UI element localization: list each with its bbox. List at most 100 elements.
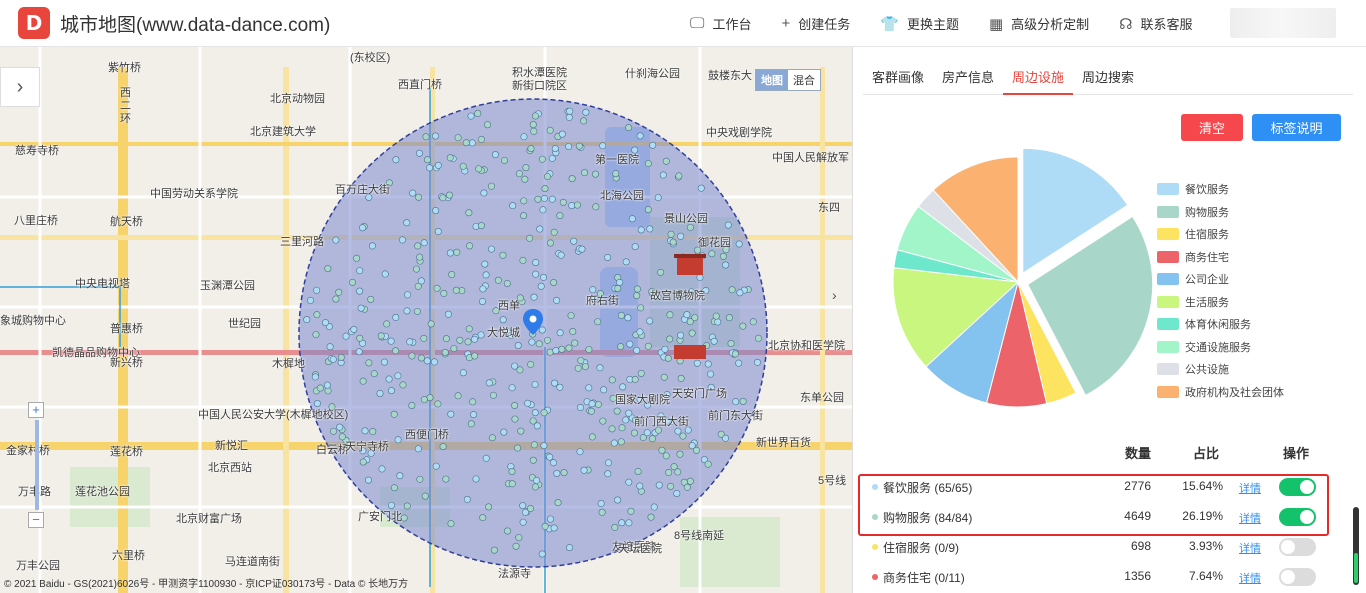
poi-marker[interactable] (367, 295, 375, 303)
poi-marker[interactable] (445, 191, 453, 199)
poi-marker[interactable] (482, 454, 490, 462)
poi-marker[interactable] (594, 318, 602, 326)
poi-marker[interactable] (359, 224, 367, 232)
poi-marker[interactable] (442, 335, 450, 343)
poi-marker[interactable] (520, 133, 528, 141)
poi-marker[interactable] (531, 380, 539, 388)
poi-marker[interactable] (553, 296, 561, 304)
legend-item[interactable]: 商务住宅 (1157, 246, 1284, 269)
legend-item[interactable]: 政府机构及社会团体 (1157, 381, 1284, 404)
poi-marker[interactable] (312, 331, 320, 339)
poi-marker[interactable] (608, 425, 616, 433)
poi-marker[interactable] (636, 482, 644, 490)
poi-marker[interactable] (403, 307, 411, 315)
poi-marker[interactable] (659, 171, 667, 179)
poi-marker[interactable] (534, 195, 542, 203)
poi-marker[interactable] (655, 481, 663, 489)
poi-marker[interactable] (526, 234, 534, 242)
poi-marker[interactable] (649, 141, 657, 149)
poi-marker[interactable] (447, 520, 455, 528)
poi-marker[interactable] (515, 170, 523, 178)
poi-marker[interactable] (427, 320, 435, 328)
poi-marker[interactable] (633, 292, 641, 300)
poi-marker[interactable] (474, 109, 482, 117)
user-avatar[interactable] (1230, 8, 1336, 38)
poi-marker[interactable] (613, 407, 621, 415)
poi-marker[interactable] (605, 459, 613, 467)
poi-marker[interactable] (316, 384, 324, 392)
legend-item[interactable]: 公司企业 (1157, 268, 1284, 291)
visibility-toggle[interactable] (1279, 538, 1316, 556)
poi-marker[interactable] (636, 132, 644, 140)
poi-marker[interactable] (531, 483, 539, 491)
poi-marker[interactable] (599, 417, 607, 425)
poi-marker[interactable] (575, 142, 583, 150)
poi-marker[interactable] (608, 376, 616, 384)
poi-marker[interactable] (580, 117, 588, 125)
poi-marker[interactable] (585, 384, 593, 392)
poi-marker[interactable] (361, 427, 369, 435)
poi-marker[interactable] (342, 332, 350, 340)
poi-marker[interactable] (422, 133, 430, 141)
poi-marker[interactable] (527, 145, 535, 153)
poi-marker[interactable] (415, 193, 423, 201)
poi-marker[interactable] (307, 296, 315, 304)
poi-marker[interactable] (432, 132, 440, 140)
poi-marker[interactable] (364, 476, 372, 484)
poi-marker[interactable] (480, 189, 488, 197)
poi-marker[interactable] (540, 409, 548, 417)
poi-marker[interactable] (558, 345, 566, 353)
poi-marker[interactable] (566, 107, 574, 115)
poi-marker[interactable] (434, 228, 442, 236)
poi-marker[interactable] (311, 373, 319, 381)
poi-marker[interactable] (529, 456, 537, 464)
poi-marker[interactable] (526, 505, 534, 513)
poi-marker[interactable] (673, 489, 681, 497)
poi-marker[interactable] (688, 329, 696, 337)
poi-marker[interactable] (633, 346, 641, 354)
poi-marker[interactable] (693, 359, 701, 367)
poi-marker[interactable] (553, 469, 561, 477)
poi-marker[interactable] (387, 387, 395, 395)
poi-marker[interactable] (508, 480, 516, 488)
poi-marker[interactable] (614, 284, 622, 292)
poi-marker[interactable] (369, 428, 377, 436)
poi-marker[interactable] (385, 375, 393, 383)
poi-marker[interactable] (380, 358, 388, 366)
app-logo[interactable]: D (18, 7, 50, 39)
poi-marker[interactable] (633, 285, 641, 293)
poi-marker[interactable] (332, 295, 340, 303)
poi-marker[interactable] (464, 338, 472, 346)
poi-marker[interactable] (625, 409, 633, 417)
poi-marker[interactable] (390, 484, 398, 492)
poi-marker[interactable] (540, 442, 548, 450)
poi-marker[interactable] (530, 441, 538, 449)
poi-marker[interactable] (735, 359, 743, 367)
poi-marker[interactable] (440, 289, 448, 297)
poi-marker[interactable] (573, 201, 581, 209)
poi-marker[interactable] (604, 470, 612, 478)
poi-marker[interactable] (576, 448, 584, 456)
poi-marker[interactable] (712, 312, 720, 320)
poi-marker[interactable] (660, 373, 668, 381)
poi-marker[interactable] (560, 469, 568, 477)
poi-marker[interactable] (394, 372, 402, 380)
poi-marker[interactable] (574, 364, 582, 372)
poi-marker[interactable] (731, 350, 739, 358)
poi-marker[interactable] (426, 164, 434, 172)
poi-marker[interactable] (582, 108, 590, 116)
poi-marker[interactable] (519, 502, 527, 510)
poi-marker[interactable] (628, 215, 636, 223)
poi-marker[interactable] (568, 175, 576, 183)
poi-marker[interactable] (412, 265, 420, 273)
poi-marker[interactable] (644, 342, 652, 350)
poi-marker[interactable] (548, 154, 556, 162)
poi-marker[interactable] (611, 523, 619, 531)
poi-marker[interactable] (576, 403, 584, 411)
poi-marker[interactable] (494, 276, 502, 284)
poi-marker[interactable] (625, 478, 633, 486)
poi-marker[interactable] (541, 194, 549, 202)
poi-marker[interactable] (465, 325, 473, 333)
poi-marker[interactable] (485, 503, 493, 511)
poi-marker[interactable] (408, 402, 416, 410)
